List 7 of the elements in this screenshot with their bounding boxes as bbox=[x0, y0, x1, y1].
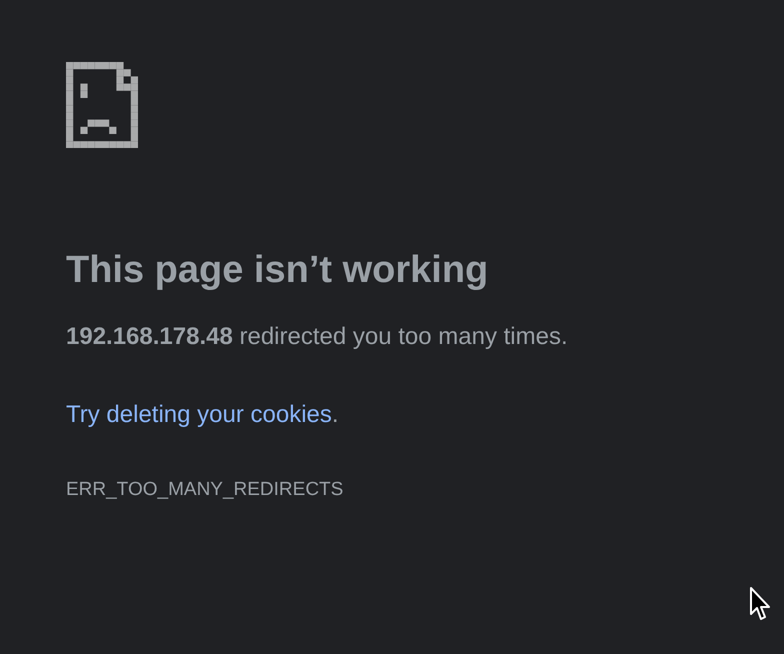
error-code: ERR_TOO_MANY_REDIRECTS bbox=[66, 478, 344, 502]
sad-page-icon bbox=[66, 62, 138, 148]
cookies-link[interactable]: Try deleting your cookies bbox=[66, 400, 332, 430]
error-heading: This page isn’t working bbox=[66, 248, 490, 292]
cursor-icon bbox=[749, 586, 771, 622]
period-text: . bbox=[332, 400, 339, 430]
error-message: 192.168.178.48 redirected you too many times. bbox=[66, 322, 569, 352]
